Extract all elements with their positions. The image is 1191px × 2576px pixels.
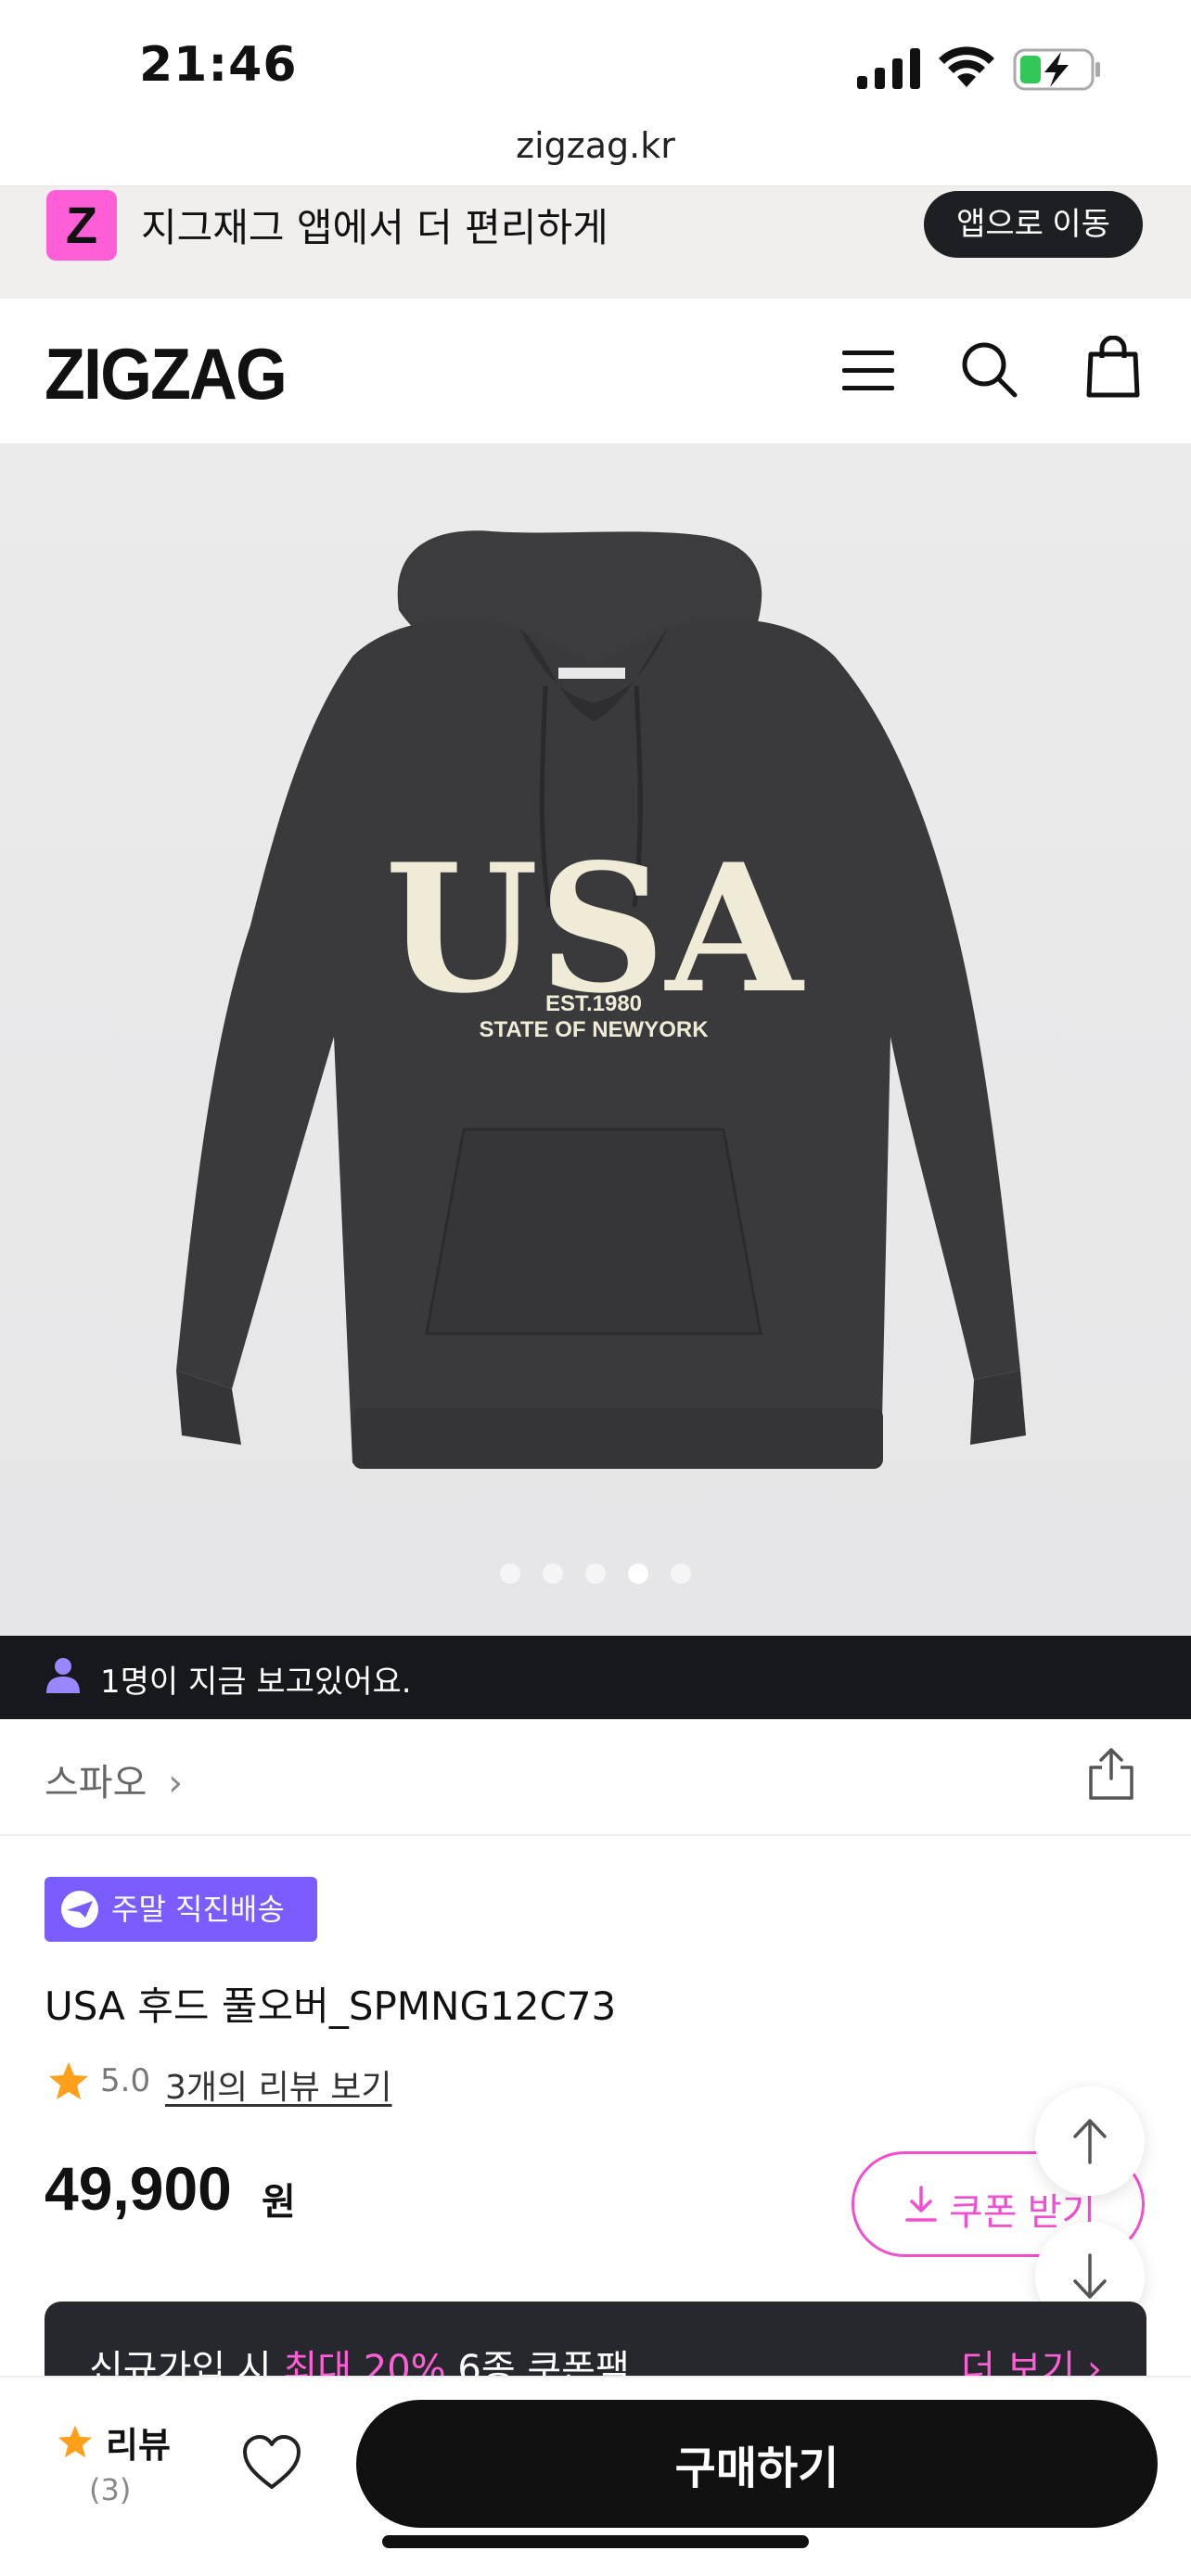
signal-icon: [857, 48, 920, 89]
heart-icon: [243, 2435, 301, 2489]
price-unit: 원: [262, 2181, 296, 2224]
status-time: 21:46: [139, 37, 298, 93]
review-link[interactable]: 3개의 리뷰 보기: [165, 2060, 392, 2109]
wifi-icon: [939, 46, 994, 87]
url-bar[interactable]: zigzag.kr: [0, 125, 1191, 166]
delivery-tag-label: 주말 직진배송: [111, 1892, 285, 1927]
scroll-top-button[interactable]: [1035, 2086, 1145, 2196]
buy-button[interactable]: 구매하기: [356, 2400, 1158, 2528]
home-indicator: [382, 2535, 809, 2548]
zigzag-app-logo: Z: [46, 190, 117, 261]
arrow-up-icon: [1073, 2119, 1107, 2164]
download-icon: [905, 2186, 937, 2222]
menu-icon[interactable]: [840, 345, 896, 397]
arrow-down-icon: [1073, 2253, 1107, 2299]
carousel-dot[interactable]: [585, 1563, 606, 1584]
carousel-dot[interactable]: [543, 1563, 563, 1584]
carousel-indicator: [0, 1563, 1191, 1588]
app-banner-text: 지그재그 앱에서 더 편리하게: [141, 205, 608, 250]
chevron-right-icon: ›: [168, 1762, 184, 1804]
product-image-carousel[interactable]: USA EST.1980 STATE OF NEWYORK: [0, 443, 1191, 1636]
share-icon[interactable]: [1087, 1747, 1135, 1801]
product-price: 49,900: [45, 2154, 232, 2223]
zigzag-logo[interactable]: ZIGZAG: [45, 332, 288, 416]
delivery-plane-icon: [61, 1891, 98, 1928]
battery-charging-icon: [1013, 48, 1100, 91]
brand-name: 스파오: [45, 1762, 147, 1804]
carousel-dot-active[interactable]: [628, 1563, 648, 1584]
review-tab[interactable]: 리뷰 (3): [56, 2415, 186, 2517]
open-app-button[interactable]: 앱으로 이동: [924, 191, 1143, 258]
wishlist-button[interactable]: [239, 2431, 304, 2496]
star-icon: [58, 2425, 93, 2458]
carousel-dot[interactable]: [671, 1563, 691, 1584]
review-tab-label: 리뷰: [106, 2425, 171, 2466]
rating-score: 5.0: [100, 2062, 151, 2099]
hoodie-print-sub2: STATE OF NEWYORK: [479, 1017, 709, 1042]
person-icon: [46, 1658, 80, 1693]
delivery-tag: 주말 직진배송: [45, 1877, 317, 1942]
hoodie-print-sub1: EST.1980: [545, 991, 642, 1016]
carousel-dot[interactable]: [500, 1563, 520, 1584]
brand-link[interactable]: 스파오 ›: [45, 1753, 183, 1806]
rating-row: 5.0 3개의 리뷰 보기: [45, 2057, 416, 2107]
live-viewer-text: 1명이 지금 보고있어요.: [100, 1664, 412, 1701]
product-name: USA 후드 풀오버_SPMNG12C73: [45, 1983, 617, 2029]
hoodie-image: USA EST.1980 STATE OF NEWYORK: [176, 530, 1026, 1469]
shopping-bag-icon[interactable]: [1085, 336, 1141, 399]
review-tab-count: (3): [89, 2472, 132, 2507]
star-icon: [49, 2062, 88, 2099]
search-icon[interactable]: [959, 339, 1018, 399]
